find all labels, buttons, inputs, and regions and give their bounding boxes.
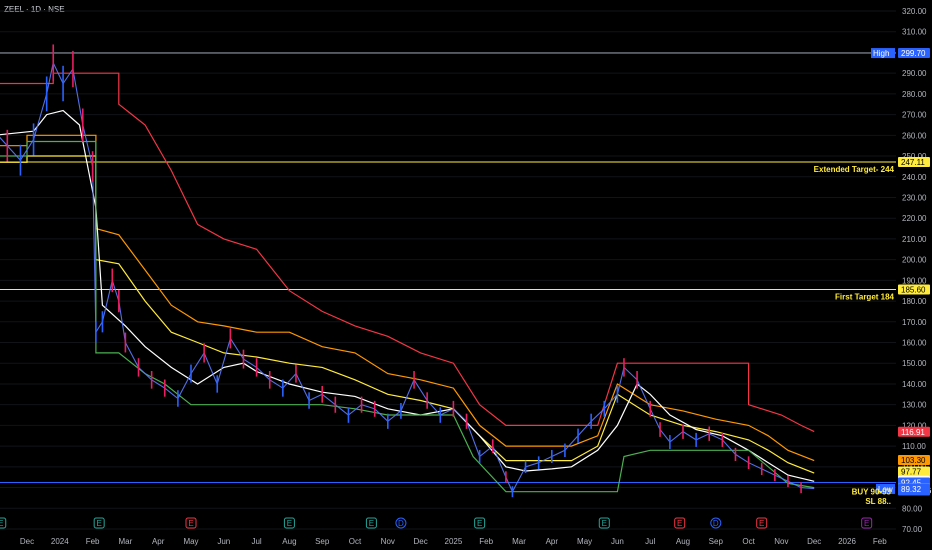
y-tick-label: 320.00 [902, 7, 927, 16]
y-tick-label: 230.00 [902, 193, 927, 202]
y-tick-label: 280.00 [902, 90, 927, 99]
y-tick-label: 220.00 [902, 214, 927, 223]
x-tick-label: Jun [217, 537, 230, 546]
y-tick-label: 140.00 [902, 380, 927, 389]
x-tick-label: Feb [479, 537, 493, 546]
level-label: First Target 184 [835, 292, 895, 301]
x-tick-label: Dec [20, 537, 34, 546]
x-tick-label: 2026 [838, 537, 856, 546]
x-tick-label: Sep [315, 537, 330, 546]
event-marker-letter: D [713, 519, 719, 528]
trade-annotation: BUY 90-93 [852, 488, 892, 497]
x-tick-label: Jul [645, 537, 655, 546]
y-tick-label: 310.00 [902, 28, 927, 37]
indicator-line [0, 140, 815, 493]
x-tick-label: Oct [742, 537, 755, 546]
y-tick-label: 160.00 [902, 339, 927, 348]
x-tick-label: Dec [807, 537, 821, 546]
x-tick-label: 2024 [51, 537, 69, 546]
x-tick-label: Oct [349, 537, 362, 546]
y-tick-label: 180.00 [902, 297, 927, 306]
y-tick-label: 240.00 [902, 173, 927, 182]
price-tag-value: 116.91 [901, 428, 925, 437]
price-tag-prefix: High [873, 49, 889, 58]
y-tick-label: 190.00 [902, 276, 927, 285]
y-tick-label: 170.00 [902, 318, 927, 327]
event-marker-letter: E [188, 519, 193, 528]
price-tag-value: 247.11 [901, 158, 925, 167]
y-tick-label: 80.00 [902, 504, 923, 513]
price-chart[interactable]: 70.0080.0090.00100.00110.00120.00130.001… [0, 0, 932, 550]
y-tick-label: 260.00 [902, 131, 927, 140]
price-tag-value: 89.32 [901, 485, 922, 494]
x-tick-label: Jul [251, 537, 261, 546]
x-tick-label: Mar [512, 537, 526, 546]
price-tag-value: 185.60 [901, 285, 926, 294]
x-tick-label: 2025 [445, 537, 463, 546]
x-tick-label: Dec [413, 537, 427, 546]
price-tag-value: 97.77 [901, 467, 922, 476]
event-marker-letter: E [677, 519, 682, 528]
x-tick-label: Nov [774, 537, 788, 546]
event-marker-letter: E [477, 519, 482, 528]
y-tick-label: 150.00 [902, 359, 927, 368]
x-tick-label: Mar [119, 537, 133, 546]
x-tick-label: Feb [86, 537, 100, 546]
x-tick-label: Apr [152, 537, 165, 546]
event-marker-letter: E [759, 519, 764, 528]
event-marker-letter: D [398, 519, 404, 528]
trade-annotation: SL 88.. [865, 497, 891, 506]
price-tag-value: 103.30 [901, 456, 926, 465]
y-tick-label: 70.00 [902, 525, 923, 534]
y-tick-label: 200.00 [902, 256, 927, 265]
event-marker-letter: E [287, 519, 292, 528]
x-tick-label: Feb [873, 537, 887, 546]
event-marker-letter: E [369, 519, 374, 528]
x-tick-label: Jun [611, 537, 624, 546]
level-label: Extended Target- 244 [814, 165, 895, 174]
price-tag-value: 299.70 [901, 49, 926, 58]
x-tick-label: Sep [709, 537, 724, 546]
event-marker-letter: E [0, 519, 3, 528]
y-tick-label: 270.00 [902, 111, 927, 120]
event-marker-letter: E [864, 519, 869, 528]
x-tick-label: Nov [381, 537, 395, 546]
event-marker-letter: E [602, 519, 607, 528]
y-tick-label: 210.00 [902, 235, 927, 244]
x-tick-label: Aug [676, 537, 690, 546]
x-tick-label: May [577, 537, 592, 546]
x-tick-label: Aug [282, 537, 296, 546]
y-tick-label: 290.00 [902, 69, 927, 78]
x-tick-label: May [183, 537, 198, 546]
y-tick-label: 110.00 [902, 442, 926, 451]
y-tick-label: 130.00 [902, 401, 927, 410]
x-tick-label: Apr [546, 537, 559, 546]
event-marker-letter: E [96, 519, 101, 528]
indicator-line [0, 134, 815, 462]
